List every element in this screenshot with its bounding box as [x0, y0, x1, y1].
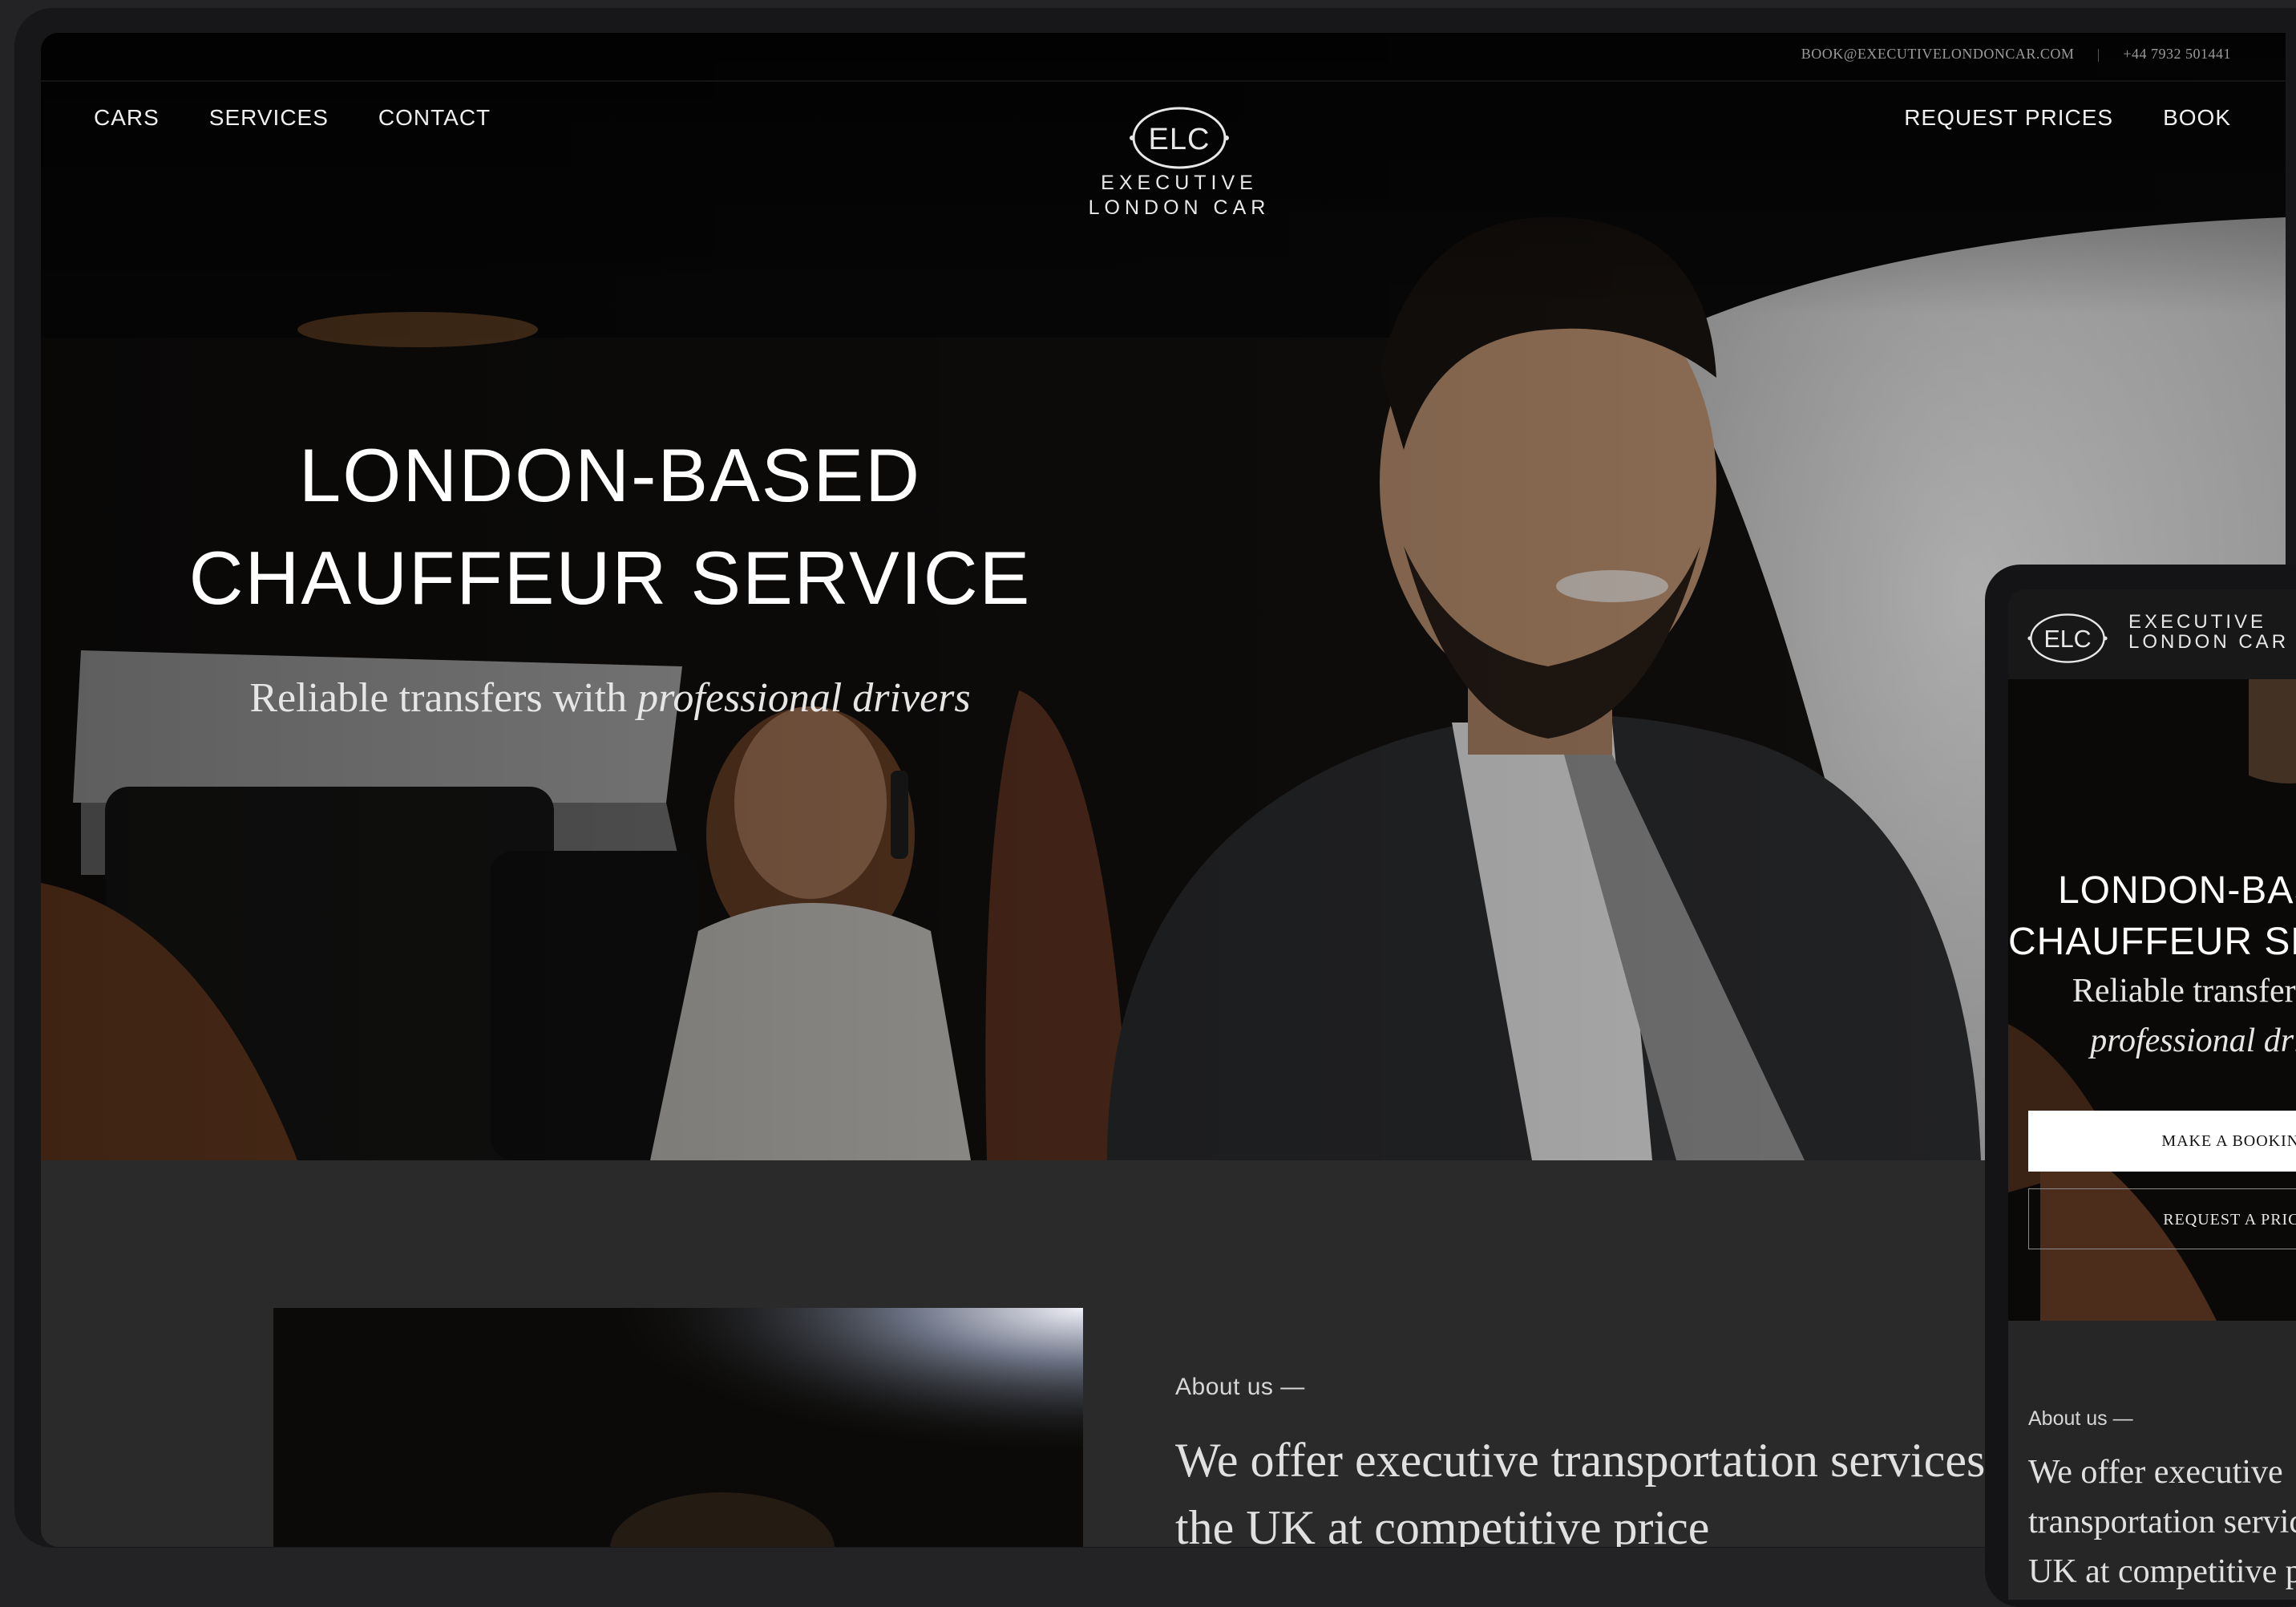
- about-photo: [273, 1308, 1083, 1547]
- secondary-nav: REQUEST PRICES BOOK: [1854, 105, 2231, 131]
- mobile-hero-subtitle-line-2: professional drivers: [2090, 1022, 2296, 1059]
- hero-subtitle: Reliable transfers with professional dri…: [41, 674, 1179, 722]
- hero-subtitle-plain: Reliable transfers with: [249, 675, 638, 721]
- logo-line-2: LONDON CAR: [2128, 631, 2290, 653]
- hero-title-line-1: LONDON-BASED: [298, 433, 922, 517]
- mobile-logo-text: EXECUTIVE LONDON CAR: [2128, 612, 2289, 652]
- hero-section: BOOK@EXECUTIVELONDONCAR.COM +44 7932 5014…: [41, 33, 2286, 1160]
- mobile-hero-subtitle-line-1: Reliable transfers with: [2072, 973, 2296, 1010]
- about-text: We offer executive transportation servic…: [1175, 1434, 2035, 1547]
- mobile-hero-section: LONDON-BASED CHAUFFEUR SERVICE Reliable …: [2008, 679, 2296, 1321]
- mobile-about-label: About us —: [2028, 1407, 2133, 1430]
- nav-book[interactable]: BOOK: [2163, 105, 2231, 131]
- site-logo[interactable]: ELC EXECUTIVE LONDON CAR: [1075, 105, 1283, 221]
- about-image: [273, 1308, 1083, 1547]
- primary-nav: CARS SERVICES CONTACT: [94, 105, 540, 131]
- mobile-hero-title-line-2: CHAUFFEUR SERVICE: [2008, 921, 2296, 963]
- request-price-button[interactable]: REQUEST A PRICE: [2028, 1188, 2296, 1249]
- logo-mark-text: ELC: [1149, 123, 1211, 156]
- mobile-header: ELC EXECUTIVE LONDON CAR: [2008, 589, 2296, 680]
- hero-title-line-2: CHAUFFEUR SERVICE: [188, 536, 1032, 620]
- make-booking-button[interactable]: MAKE A BOOKING: [2028, 1111, 2296, 1172]
- logo-line-1: EXECUTIVE: [1101, 172, 1258, 194]
- mobile-hero-title: LONDON-BASED CHAUFFEUR SERVICE: [2008, 865, 2296, 968]
- contact-info: BOOK@EXECUTIVELONDONCAR.COM +44 7932 5014…: [1801, 46, 2231, 63]
- contact-topbar: BOOK@EXECUTIVELONDONCAR.COM +44 7932 5014…: [41, 33, 2286, 82]
- phone-link[interactable]: +44 7932 501441: [2123, 46, 2231, 62]
- about-label: About us —: [1175, 1374, 1305, 1400]
- email-link[interactable]: BOOK@EXECUTIVELONDONCAR.COM: [1801, 46, 2075, 62]
- mobile-about-text: We offer executive transportation servic…: [2028, 1454, 2296, 1590]
- nav-cars[interactable]: CARS: [94, 105, 160, 131]
- elc-logo-icon: ELC: [1130, 107, 1229, 169]
- hero-subtitle-italic: professional drivers: [637, 675, 971, 721]
- elc-logo-icon[interactable]: ELC: [2026, 612, 2109, 665]
- logo-line-2: LONDON CAR: [1088, 196, 1271, 219]
- mobile-screen: ELC EXECUTIVE LONDON CAR LONDON-BASED CH…: [2008, 589, 2296, 1600]
- mobile-hero-subtitle: Reliable transfers with professional dri…: [2008, 966, 2296, 1066]
- nav-contact[interactable]: CONTACT: [378, 105, 491, 131]
- mobile-hero-title-line-1: LONDON-BASED: [2057, 869, 2296, 912]
- nav-request-prices[interactable]: REQUEST PRICES: [1904, 105, 2113, 131]
- hero-title: LONDON-BASED CHAUFFEUR SERVICE: [41, 424, 1179, 629]
- logo-line-1: EXECUTIVE: [2128, 611, 2267, 633]
- desktop-screen: BOOK@EXECUTIVELONDONCAR.COM +44 7932 5014…: [41, 33, 2286, 1547]
- logo-mark-text: ELC: [2043, 625, 2091, 653]
- nav-services[interactable]: SERVICES: [209, 105, 329, 131]
- divider: [2098, 48, 2100, 62]
